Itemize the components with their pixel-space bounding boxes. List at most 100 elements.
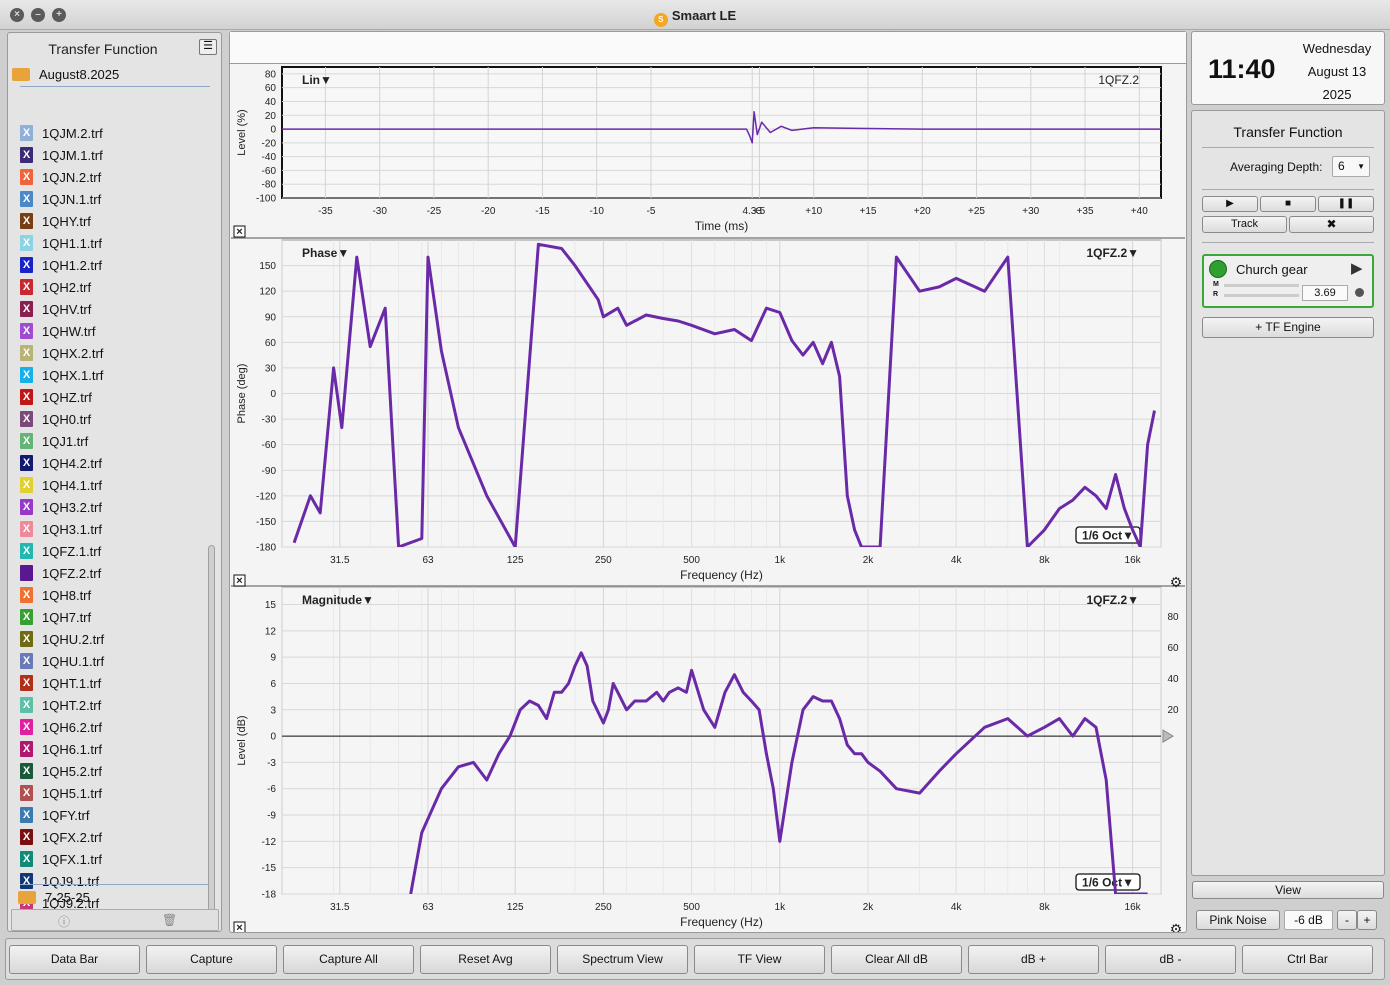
x-tick-label: 500 [683, 902, 700, 913]
y-tick-label: 90 [265, 312, 277, 323]
file-item[interactable]: X 1QHV.trf [18, 298, 208, 320]
file-item[interactable]: X 1QH6.2.trf [18, 716, 208, 738]
file-item[interactable]: X 1QHW.trf [18, 320, 208, 342]
engine-record-icon[interactable] [1355, 288, 1364, 297]
file-item[interactable]: X 1QHZ.trf [18, 386, 208, 408]
trf-file-icon: X [20, 587, 33, 603]
file-name: 1QJM.1.trf [42, 147, 103, 163]
x-tick-label: +35 [1077, 206, 1094, 217]
stop-button[interactable]: ■ [1260, 196, 1316, 212]
file-item[interactable]: X 1QH1.2.trf [18, 254, 208, 276]
data-bar-button[interactable]: Data Bar [9, 945, 140, 974]
file-item[interactable]: X 1QFX.2.trf [18, 826, 208, 848]
file-item[interactable]: X 1QFX.1.trf [18, 848, 208, 870]
averaging-select[interactable]: 6 ▼ [1332, 156, 1370, 177]
file-item[interactable]: X 1QH3.1.trf [18, 518, 208, 540]
divider [1202, 242, 1374, 243]
x-tick-label: 2k [863, 555, 875, 566]
file-item[interactable]: X 1QHX.2.trf [18, 342, 208, 364]
file-item[interactable]: X 1QHT.1.trf [18, 672, 208, 694]
file-name: 1QH0.trf [42, 411, 92, 427]
file-item[interactable]: X 1QFZ.1.trf [18, 540, 208, 562]
trace-selector: 1QFZ.2▼ [1086, 593, 1139, 607]
y-tick-label: -60 [262, 440, 277, 451]
file-item[interactable]: X 1QH0.trf [18, 408, 208, 430]
info-icon[interactable]: ⓘ [58, 913, 70, 930]
settings-gear-icon: ⚙ [1170, 921, 1183, 932]
pause-button[interactable]: ❚❚ [1318, 196, 1374, 212]
folder-august8[interactable]: August8.2025 [12, 65, 212, 85]
file-item[interactable]: X 1QH4.2.trf [18, 452, 208, 474]
file-name: 1QH3.1.trf [42, 521, 102, 537]
file-name: 1QHU.2.trf [42, 631, 105, 647]
file-item[interactable]: X 1QHU.1.trf [18, 650, 208, 672]
impulse-plot-frame [281, 66, 1162, 199]
chevron-down-icon: ▼ [1357, 162, 1365, 171]
y-tick-label: -9 [267, 811, 276, 822]
file-item[interactable]: X 1QH4.1.trf [18, 474, 208, 496]
tf-engine-card[interactable]: Church gear ▶ M R 3.69 [1202, 254, 1374, 308]
noise-decrease-button[interactable]: - [1337, 910, 1357, 930]
file-item[interactable]: X 1QH8.trf [18, 584, 208, 606]
file-item[interactable]: X 1QH1.1.trf [18, 232, 208, 254]
y-tick-label: -120 [256, 491, 276, 502]
file-item[interactable]: X 1QH7.trf [18, 606, 208, 628]
clock-year: 2025 [1322, 87, 1352, 102]
file-item[interactable]: X 1QFY.trf [18, 804, 208, 826]
file-item[interactable]: X 1QH2.trf [18, 276, 208, 298]
sidebar-menu-icon[interactable]: ☰ [199, 39, 217, 55]
add-tf-engine-button[interactable]: + TF Engine [1202, 317, 1374, 338]
right-y-tick-label: 80 [1167, 612, 1179, 623]
file-item[interactable]: X 1QH5.1.trf [18, 782, 208, 804]
clear-all-db-button[interactable]: Clear All dB [831, 945, 962, 974]
file-item[interactable]: X 1QHT.2.trf [18, 694, 208, 716]
file-list-scrollbar[interactable] [207, 130, 217, 930]
file-item[interactable]: X 1QH5.2.trf [18, 760, 208, 782]
folder-7-25-25[interactable]: 7-25-25 [18, 888, 218, 908]
engine-status-icon[interactable] [1209, 260, 1227, 278]
pink-noise-button[interactable]: Pink Noise [1196, 910, 1280, 930]
view-button[interactable]: View [1192, 881, 1384, 899]
file-name: 1QHV.trf [42, 301, 92, 317]
trf-file-icon: X [20, 675, 33, 691]
file-item[interactable]: X 1QJN.2.trf [18, 166, 208, 188]
x-tick-label: -30 [372, 206, 387, 217]
file-item[interactable]: X 1QHY.trf [18, 210, 208, 232]
clock-weekday: Wednesday [1302, 41, 1372, 56]
x-tick-label: -15 [535, 206, 550, 217]
control-title: Transfer Function [1233, 124, 1343, 140]
file-item[interactable]: X 1QJM.2.trf [18, 122, 208, 144]
track-button[interactable]: Track [1202, 216, 1287, 233]
zero-marker-icon [1162, 729, 1174, 743]
file-item[interactable]: X 1QHU.2.trf [18, 628, 208, 650]
capture-button[interactable]: Capture [146, 945, 277, 974]
capture-all-button[interactable]: Capture All [283, 945, 414, 974]
tools-button[interactable]: ✖ [1289, 216, 1374, 233]
y-tick-label: -20 [262, 138, 277, 149]
file-item[interactable]: X 1QJM.1.trf [18, 144, 208, 166]
file-item[interactable]: 1QFZ.2.trf [18, 562, 208, 584]
y-tick-label: -12 [262, 837, 277, 848]
noise-increase-button[interactable]: + [1357, 910, 1377, 930]
noise-level-field[interactable]: -6 dB [1284, 910, 1333, 930]
file-item[interactable]: X 1QH3.2.trf [18, 496, 208, 518]
engine-play-icon[interactable]: ▶ [1351, 259, 1363, 277]
db-button[interactable]: dB + [968, 945, 1099, 974]
engine-name: Church gear [1236, 262, 1308, 277]
ctrl-bar-button[interactable]: Ctrl Bar [1242, 945, 1373, 974]
y-tick-label: -30 [262, 415, 277, 426]
y-axis-label: Phase (deg) [236, 364, 248, 424]
trash-icon[interactable]: 🗑 [162, 913, 177, 927]
scroll-thumb[interactable] [208, 545, 215, 920]
file-item[interactable]: X 1QH6.1.trf [18, 738, 208, 760]
spectrum-view-button[interactable]: Spectrum View [557, 945, 688, 974]
reset-avg-button[interactable]: Reset Avg [420, 945, 551, 974]
db-button[interactable]: dB - [1105, 945, 1236, 974]
engine-delay-value[interactable]: 3.69 [1302, 285, 1348, 301]
file-item[interactable]: X 1QHX.1.trf [18, 364, 208, 386]
tf-view-button[interactable]: TF View [694, 945, 825, 974]
file-item[interactable]: X 1QJN.1.trf [18, 188, 208, 210]
right-y-tick-label: 40 [1167, 674, 1179, 685]
play-button[interactable]: ▶ [1202, 196, 1258, 212]
file-item[interactable]: X 1QJ1.trf [18, 430, 208, 452]
